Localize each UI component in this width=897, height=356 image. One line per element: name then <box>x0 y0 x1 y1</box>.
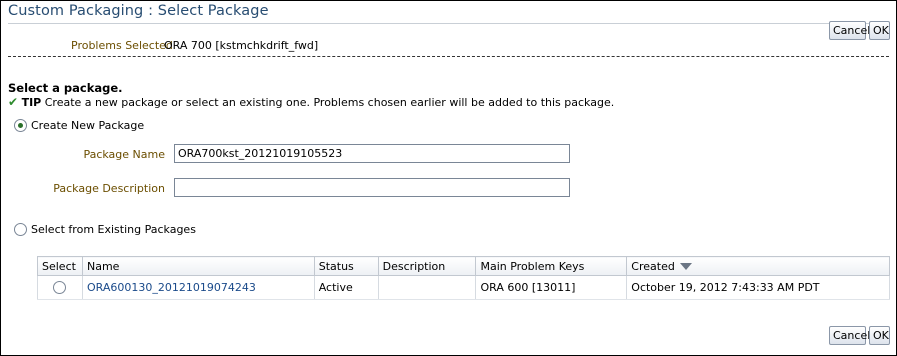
table-header-row: Select Name Status Description Main Prob… <box>37 256 890 276</box>
row-created-cell: October 19, 2012 7:43:33 AM PDT <box>626 275 890 300</box>
package-name-link[interactable]: ORA600130_20121019074243 <box>87 281 256 294</box>
package-description-input[interactable] <box>174 178 570 197</box>
package-name-label: Package Name <box>83 148 165 161</box>
sort-descending-icon[interactable] <box>679 263 692 270</box>
tip-text: Create a new package or select an existi… <box>41 96 615 109</box>
row-main-problem-keys-cell: ORA 600 [13011] <box>475 275 628 300</box>
cancel-button-bottom[interactable]: Cancel <box>829 326 870 345</box>
create-new-package-radio[interactable] <box>14 119 27 132</box>
section-divider <box>8 56 889 57</box>
row-description-cell <box>378 275 477 300</box>
problems-selected-value: ORA 700 [kstmchkdrift_fwd] <box>164 39 319 52</box>
row-select-cell <box>37 275 83 300</box>
section-heading: Select a package. <box>8 81 123 95</box>
column-header-name[interactable]: Name <box>82 256 315 276</box>
row-status-cell: Active <box>314 275 379 300</box>
select-existing-packages-label: Select from Existing Packages <box>31 223 196 236</box>
package-name-input[interactable] <box>174 144 570 163</box>
tip-label: TIP <box>21 96 42 109</box>
checkmark-icon: ✔ <box>8 95 19 109</box>
ok-button-top[interactable]: OK <box>869 21 890 40</box>
problems-selected-label: Problems Selected <box>71 39 173 52</box>
tip-message: ✔ TIP Create a new package or select an … <box>8 95 614 109</box>
table-row: ORA600130_20121019074243 Active ORA 600 … <box>37 275 890 300</box>
dialog-frame: Custom Packaging : Select Package Cancel… <box>0 0 897 356</box>
column-header-created[interactable]: Created <box>626 256 890 276</box>
column-header-status[interactable]: Status <box>314 256 379 276</box>
column-header-select: Select <box>37 256 83 276</box>
row-name-cell: ORA600130_20121019074243 <box>82 275 315 300</box>
existing-packages-table: Select Name Status Description Main Prob… <box>37 256 890 300</box>
row-select-radio[interactable] <box>53 281 67 295</box>
column-header-created-label: Created <box>631 259 675 273</box>
package-description-label: Package Description <box>53 182 165 195</box>
select-existing-packages-radio[interactable] <box>14 223 27 236</box>
ok-button-bottom[interactable]: OK <box>869 326 890 345</box>
title-divider <box>8 23 889 24</box>
column-header-main-problem-keys[interactable]: Main Problem Keys <box>475 256 628 276</box>
page-title: Custom Packaging : Select Package <box>8 3 269 19</box>
column-header-description[interactable]: Description <box>378 256 477 276</box>
cancel-button-top[interactable]: Cancel <box>829 21 870 40</box>
create-new-package-label: Create New Package <box>31 119 145 132</box>
